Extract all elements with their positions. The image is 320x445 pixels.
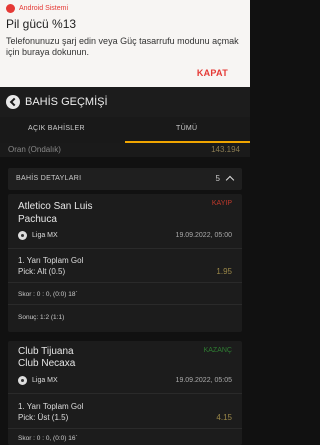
league-name: Liga MX [32, 377, 58, 384]
tab-all[interactable]: TÜMÜ [176, 125, 197, 132]
divider [8, 393, 242, 394]
bet-details-header[interactable]: BAHİS DETAYLARI 5 [8, 168, 242, 190]
bet-status-badge: KAYIP [211, 200, 232, 207]
bet-pick: Pick: Alt (0.5) [18, 267, 66, 276]
divider [8, 428, 242, 429]
bet-status-badge: KAZANÇ [203, 347, 232, 354]
soccer-ball-icon [18, 376, 27, 385]
odds-label: Oran (Ondalık) [8, 145, 61, 154]
live-score: Skor : 0 : 0, (0:0) 16` [18, 435, 78, 442]
pick-odds: 4.15 [216, 413, 232, 422]
pick-odds: 1.95 [216, 267, 232, 276]
soccer-ball-icon [18, 231, 27, 240]
notification-body: Telefonunuzu şarj edin veya Güç tasarruf… [6, 36, 239, 57]
notification-source: Android Sistemi [6, 4, 68, 13]
home-team: Atletico San Luis [18, 201, 93, 212]
bet-pick: Pick: Üst (1.5) [18, 413, 69, 422]
bet-card: Club Tijuana Club Necaxa KAZANÇ Liga MX … [8, 341, 242, 445]
notification-title: Pil gücü %13 [6, 17, 77, 31]
app-header: BAHİS GEÇMİŞİ [0, 87, 250, 117]
league-name: Liga MX [32, 232, 58, 239]
odds-value: 143.194 [211, 145, 240, 154]
final-result: Sonuç: 1:2 (1:1) [18, 314, 65, 321]
bet-card: Atletico San Luis Pachuca KAYIP Liga MX … [8, 194, 242, 332]
page-title: BAHİS GEÇMİŞİ [25, 96, 108, 108]
away-team: Club Necaxa [18, 358, 76, 369]
tab-bar: AÇIK BAHİSLER TÜMÜ [0, 117, 250, 143]
bet-details-count: 5 [215, 174, 220, 183]
battery-notification[interactable]: Android Sistemi Pil gücü %13 Telefonunuz… [0, 0, 250, 87]
odds-row: Oran (Ondalık) 143.194 [0, 143, 250, 157]
notification-close-button[interactable]: KAPAT [197, 68, 228, 78]
divider [8, 282, 242, 283]
match-date: 19.09.2022, 05:05 [175, 377, 232, 384]
home-team: Club Tijuana [18, 346, 74, 357]
bet-market: 1. Yarı Toplam Gol [18, 256, 84, 265]
bet-market: 1. Yarı Toplam Gol [18, 402, 84, 411]
divider [8, 248, 242, 249]
bet-details-label: BAHİS DETAYLARI [16, 175, 82, 182]
live-score: Skor : 0 : 0, (0:0) 18` [18, 291, 78, 298]
android-system-icon [6, 4, 15, 13]
back-arrow-icon[interactable] [6, 95, 20, 109]
notification-app-name: Android Sistemi [19, 5, 69, 12]
chevron-up-icon[interactable] [225, 175, 235, 185]
divider [8, 304, 242, 305]
match-date: 19.09.2022, 05:00 [175, 232, 232, 239]
away-team: Pachuca [18, 214, 57, 225]
tab-open-bets[interactable]: AÇIK BAHİSLER [28, 125, 85, 132]
